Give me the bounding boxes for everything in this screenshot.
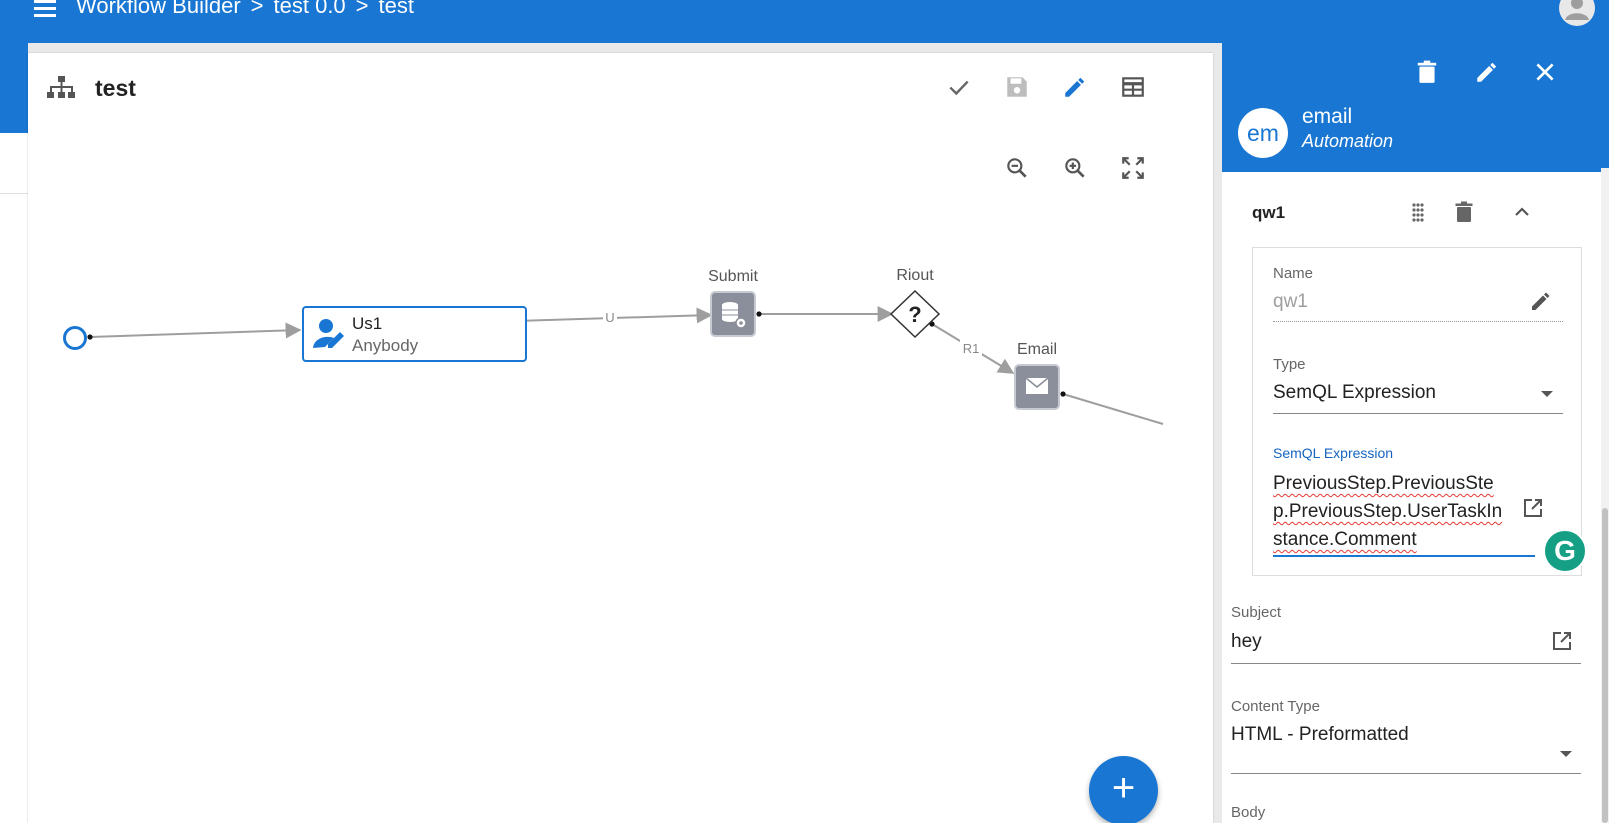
user-task-name: Us1 bbox=[352, 314, 383, 333]
name-field[interactable]: qw1 bbox=[1273, 291, 1308, 313]
account-circle-icon[interactable] bbox=[1559, 0, 1595, 26]
sidebar-divider bbox=[0, 193, 28, 194]
edit-pencil-icon[interactable] bbox=[1472, 57, 1502, 87]
open-in-new-icon[interactable] bbox=[1518, 493, 1548, 523]
content-type-underline bbox=[1231, 773, 1581, 774]
user-edit-icon bbox=[312, 316, 348, 352]
breadcrumb: Workflow Builder > test 0.0 > test bbox=[76, 0, 414, 19]
edit-name-icon[interactable] bbox=[1526, 286, 1556, 316]
hamburger-menu-icon[interactable] bbox=[34, 0, 58, 18]
open-in-new-icon[interactable] bbox=[1547, 626, 1577, 656]
type-label: Type bbox=[1273, 356, 1306, 373]
content-type-label: Content Type bbox=[1231, 698, 1320, 715]
start-event[interactable] bbox=[63, 326, 87, 350]
subject-underline bbox=[1231, 663, 1581, 664]
breadcrumb-current: test bbox=[378, 0, 414, 18]
add-step-button[interactable]: + bbox=[1089, 756, 1158, 823]
parameter-fields: Name qw1 Type SemQL Expression SemQL Exp… bbox=[1252, 247, 1582, 576]
edge-email-outgoing[interactable] bbox=[1060, 391, 1164, 425]
breadcrumb-workflow-builder[interactable]: Workflow Builder bbox=[76, 0, 241, 18]
email-node[interactable]: Email bbox=[1014, 341, 1060, 410]
parameter-section-title[interactable]: qw1 bbox=[1252, 203, 1285, 223]
envelope-icon bbox=[1025, 377, 1049, 394]
step-type: Automation bbox=[1302, 131, 1394, 151]
avatar: em bbox=[1238, 108, 1288, 158]
scrollbar-thumb[interactable] bbox=[1602, 508, 1608, 823]
expression-label: SemQL Expression bbox=[1273, 445, 1394, 461]
breadcrumb-separator: > bbox=[250, 0, 264, 18]
chevron-up-icon[interactable] bbox=[1507, 197, 1537, 227]
subject-label: Subject bbox=[1231, 604, 1282, 621]
edge-start-to-us1[interactable] bbox=[87, 322, 302, 340]
left-sidebar bbox=[0, 133, 28, 823]
expression-textarea[interactable]: PreviousStep.PreviousStep.PreviousStep.U… bbox=[1273, 470, 1503, 554]
user-task-node[interactable]: Us1 Anybody bbox=[302, 306, 527, 362]
decision-node-label: Riout bbox=[896, 267, 934, 284]
delete-parameter-icon[interactable] bbox=[1449, 197, 1479, 227]
subject-field[interactable]: hey bbox=[1231, 631, 1262, 653]
step-name: email bbox=[1302, 105, 1353, 128]
breadcrumb-version[interactable]: test 0.0 bbox=[274, 0, 346, 18]
panel-scrollbar[interactable] bbox=[1601, 168, 1609, 823]
header-strip bbox=[0, 43, 28, 133]
drag-handle-icon[interactable] bbox=[1403, 197, 1433, 227]
submit-node-label: Submit bbox=[708, 268, 758, 285]
type-select[interactable]: SemQL Expression bbox=[1273, 382, 1436, 404]
type-underline bbox=[1273, 413, 1563, 414]
expression-underline bbox=[1273, 555, 1535, 557]
app-bar: Workflow Builder > test 0.0 > test bbox=[0, 0, 1609, 43]
breadcrumb-separator: > bbox=[355, 0, 369, 18]
delete-icon[interactable] bbox=[1412, 57, 1442, 87]
close-icon[interactable] bbox=[1530, 57, 1560, 87]
name-underline bbox=[1273, 321, 1563, 322]
user-task-assignee: Anybody bbox=[352, 336, 419, 355]
question-mark-icon: ? bbox=[908, 302, 921, 327]
panel-header: em email Automation bbox=[1222, 43, 1609, 172]
edge-label-r1: R1 bbox=[963, 341, 980, 356]
flow-diagram: U R1 Submit Riout ? Email bbox=[63, 267, 1164, 425]
body-label: Body bbox=[1231, 804, 1266, 821]
dropdown-arrow-icon[interactable] bbox=[1560, 751, 1572, 757]
edge-submit-to-riout[interactable] bbox=[756, 306, 894, 322]
submit-node[interactable]: Submit bbox=[708, 268, 758, 337]
dropdown-arrow-icon[interactable] bbox=[1541, 391, 1553, 397]
name-label: Name bbox=[1273, 265, 1314, 282]
workflow-canvas: test U R1 Submit Riout ? Email Us1 Anybo… bbox=[28, 53, 1213, 823]
edge-label-u: U bbox=[605, 310, 614, 325]
content-type-select[interactable]: HTML - Preformatted bbox=[1231, 724, 1409, 746]
properties-panel: em email Automation qw1 Name qw1 Type Se… bbox=[1222, 43, 1609, 823]
grammarly-icon[interactable]: G bbox=[1543, 529, 1587, 573]
email-node-label: Email bbox=[1017, 341, 1057, 358]
